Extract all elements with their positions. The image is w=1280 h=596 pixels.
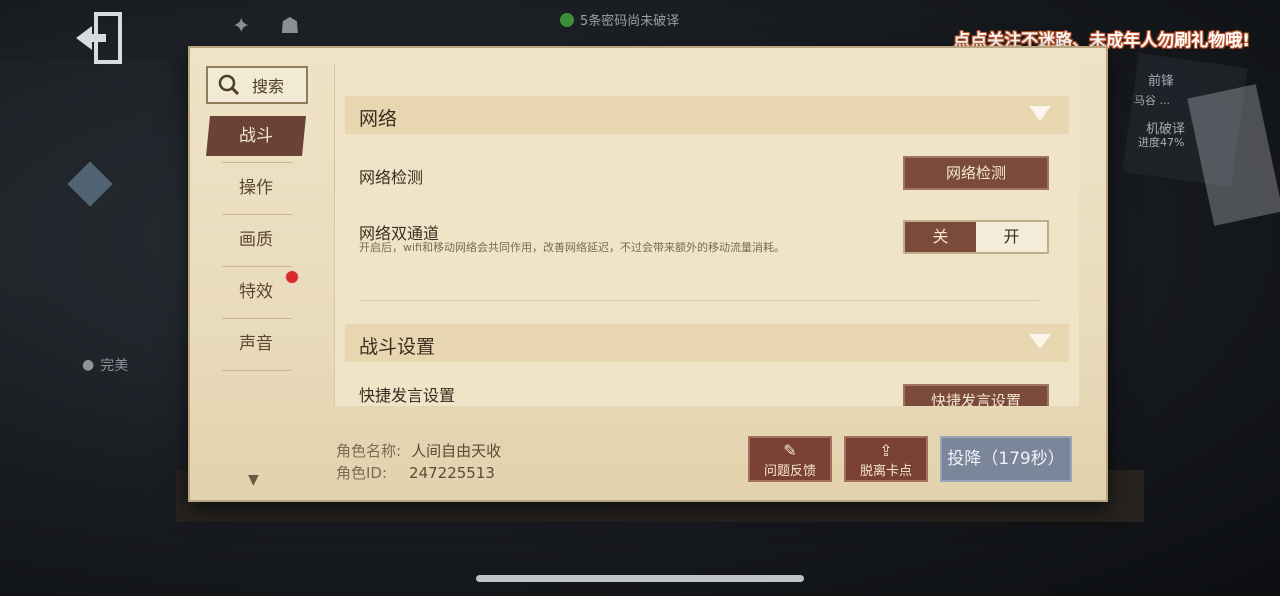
- teammate-role: 前锋: [1148, 74, 1175, 89]
- surrender-button[interactable]: 投降（179秒）: [940, 436, 1072, 482]
- sidebar-item-label: 战斗: [239, 126, 273, 146]
- pen-icon: ✎: [783, 441, 797, 460]
- bat-icon: ✦: [232, 14, 251, 39]
- dual-channel-description: 开启后，wifi和移动网络会共同作用，改善网络延迟，不过会带来额外的移动流量消耗…: [359, 241, 785, 254]
- sidebar-item-label: 声音: [239, 334, 273, 354]
- network-detect-button[interactable]: 网络检测: [903, 156, 1049, 190]
- scroll-down-arrow-icon[interactable]: ▼: [248, 472, 259, 488]
- search-button[interactable]: 搜索: [206, 66, 308, 104]
- settings-sidebar: 搜索 战斗 操作 画质 特效 声音 ▼: [192, 56, 316, 496]
- upload-arrow-icon: ⇪: [879, 441, 893, 460]
- feedback-label: 问题反馈: [763, 464, 816, 479]
- role-id-row: 角色ID: 247225513: [336, 462, 495, 483]
- quick-chat-label: 快捷发言设置: [359, 386, 456, 405]
- quick-chat-button[interactable]: 快捷发言设置: [903, 384, 1049, 406]
- unstuck-label: 脱离卡点: [859, 464, 912, 479]
- toggle-off-option[interactable]: 关: [905, 222, 976, 252]
- collapse-triangle-icon: [1029, 334, 1051, 349]
- search-icon: [218, 74, 240, 96]
- background-shape: [1187, 84, 1280, 226]
- player-name: 完美: [100, 358, 129, 374]
- dual-channel-toggle[interactable]: 关 开: [903, 220, 1049, 254]
- cipher-status: 5条密码尚未破译: [560, 10, 679, 29]
- sidebar-item-battle[interactable]: 战斗: [206, 116, 306, 156]
- role-name-label: 角色名称:: [336, 442, 402, 460]
- sidebar-item-label: 操作: [239, 178, 273, 198]
- role-name-value: 人间自由天收: [411, 442, 502, 460]
- section-title: 网络: [359, 108, 398, 130]
- player-tag: ● 完美: [82, 355, 128, 375]
- sidebar-item-sound[interactable]: 声音: [206, 324, 306, 364]
- sidebar-item-label: 画质: [239, 230, 273, 250]
- player-icon: ●: [82, 357, 95, 373]
- divider: [222, 370, 292, 371]
- collapse-triangle-icon: [1029, 106, 1051, 121]
- sidebar-item-graphics[interactable]: 画质: [206, 220, 306, 260]
- teammate-progress: 进度47%: [1138, 136, 1185, 149]
- feedback-button[interactable]: ✎ 问题反馈: [748, 436, 832, 482]
- role-name-row: 角色名称: 人间自由天收: [336, 440, 501, 461]
- network-detect-label: 网络检测: [359, 168, 424, 187]
- section-header-battle[interactable]: 战斗设置: [345, 324, 1069, 362]
- section-header-network[interactable]: 网络: [345, 96, 1069, 134]
- divider: [222, 162, 292, 163]
- divider: [222, 214, 292, 215]
- search-label: 搜索: [252, 77, 285, 96]
- teammate-name: 马谷 ...: [1134, 94, 1170, 107]
- divider: [359, 300, 1039, 301]
- settings-content[interactable]: 网络 网络检测 网络检测 网络双通道 开启后，wifi和移动网络会共同作用，改善…: [334, 64, 1079, 406]
- notification-badge: [285, 270, 299, 284]
- sidebar-item-controls[interactable]: 操作: [206, 168, 306, 208]
- home-indicator[interactable]: [476, 575, 804, 582]
- exit-door-icon[interactable]: [72, 10, 128, 66]
- divider: [222, 318, 292, 319]
- role-id-label: 角色ID:: [336, 464, 388, 482]
- cipher-status-text: 5条密码尚未破译: [580, 14, 680, 29]
- sidebar-item-label: 特效: [239, 282, 273, 302]
- role-id-value: 247225513: [409, 464, 495, 482]
- unstuck-button[interactable]: ⇪ 脱离卡点: [844, 436, 928, 482]
- divider: [222, 266, 292, 267]
- toggle-on-option[interactable]: 开: [976, 222, 1047, 252]
- cipher-icon: [560, 12, 574, 27]
- section-title: 战斗设置: [359, 336, 436, 358]
- skull-icon: ☗: [280, 14, 300, 39]
